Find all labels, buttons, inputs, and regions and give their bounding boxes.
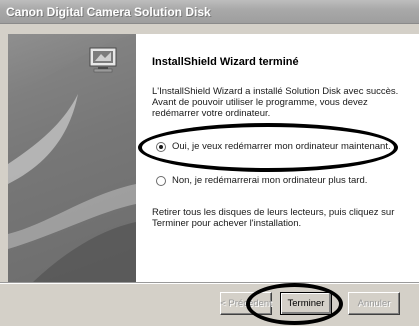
- footer-divider: [0, 282, 419, 284]
- cancel-button[interactable]: Annuler: [348, 292, 400, 315]
- restart-now-radio[interactable]: [156, 141, 166, 152]
- installshield-computer-icon: [89, 47, 117, 73]
- completion-message: L'InstallShield Wizard a installé Soluti…: [152, 86, 399, 119]
- finish-button[interactable]: Terminer: [280, 292, 332, 315]
- restart-later-radio[interactable]: [156, 175, 166, 186]
- restart-later-label: Non, je redémarrerai mon ordinateur plus…: [172, 175, 368, 186]
- restart-later-option[interactable]: Non, je redémarrerai mon ordinateur plus…: [156, 175, 367, 186]
- installer-window: Canon Digital Camera Solution Disk Insta…: [0, 0, 419, 326]
- title-bar[interactable]: Canon Digital Camera Solution Disk: [0, 0, 419, 24]
- previous-button[interactable]: < Précédent: [220, 292, 272, 315]
- restart-now-option[interactable]: Oui, je veux redémarrer mon ordinateur m…: [156, 141, 391, 152]
- wizard-content-panel: [136, 34, 419, 282]
- wizard-heading: InstallShield Wizard terminé: [152, 56, 299, 68]
- restart-now-label: Oui, je veux redémarrer mon ordinateur m…: [172, 141, 391, 152]
- window-title: Canon Digital Camera Solution Disk: [6, 5, 211, 19]
- finish-instruction: Retirer tous les disques de leurs lecteu…: [152, 207, 395, 229]
